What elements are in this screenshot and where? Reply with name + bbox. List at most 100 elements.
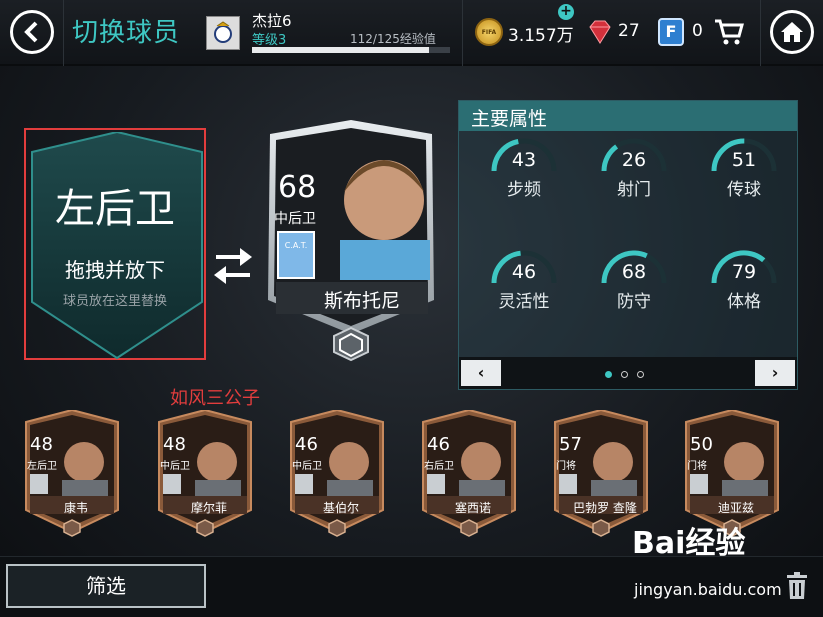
baidu-logo: Bai经验: [632, 526, 746, 561]
club-crest: [690, 474, 708, 494]
chevron-left-icon: [24, 21, 38, 43]
club-crest: [30, 474, 48, 494]
card-slot-icon: [592, 519, 610, 537]
bench-player-card[interactable]: 48 左后卫康韦: [24, 410, 120, 542]
selected-player-position: 中后卫: [274, 211, 316, 227]
bench-player-rating: 57: [559, 434, 582, 455]
bench-player-name: 塞西诺: [454, 501, 491, 515]
player-level: 等级3: [252, 33, 287, 48]
shield-slot-icon: [31, 132, 203, 360]
next-page-button[interactable]: ›: [755, 360, 795, 386]
attributes-title: 主要属性: [471, 108, 548, 130]
cart-icon[interactable]: [714, 18, 744, 46]
watermark-text: 如风三公子: [170, 388, 260, 409]
coin-icon: FIFA: [475, 18, 503, 46]
stat-label: 步频: [507, 180, 541, 200]
bench-player-position: 门将: [687, 461, 707, 472]
stat-value: 51: [731, 149, 757, 171]
card-frame: [25, 410, 119, 537]
card-slot-icon: [63, 519, 81, 537]
player-portrait: [461, 442, 501, 482]
club-badge: [206, 16, 240, 50]
stat-value: 43: [511, 149, 537, 171]
stat-3: 46 灵活性: [479, 249, 569, 319]
player-portrait: [344, 160, 424, 240]
stat-value: 46: [511, 261, 537, 283]
selected-player-rating: 68: [278, 170, 317, 205]
xp-progress-bar: [252, 47, 450, 53]
target-position: 左后卫: [55, 186, 175, 232]
gem-icon: [589, 20, 611, 44]
attributes-pager: ‹ ›: [459, 357, 797, 389]
prev-page-button[interactable]: ‹: [461, 360, 501, 386]
xp-text: 112/125经验值: [350, 32, 436, 46]
drop-hint: 球员放在这里替换: [62, 294, 167, 309]
card-slot-icon: [460, 519, 478, 537]
card-slot-icon: [196, 519, 214, 537]
player-portrait: [64, 442, 104, 482]
club-crest-cat: [277, 231, 315, 279]
top-bar: 切换球员 杰拉6 等级3 112/125经验值 FIFA + 3.157万 27…: [0, 0, 823, 66]
bench-player-name: 康韦: [63, 501, 88, 515]
bench-player-position: 中后卫: [292, 461, 322, 472]
card-frame: [422, 410, 516, 537]
stat-label: 射门: [617, 180, 651, 200]
bench-player-position: 中后卫: [160, 461, 190, 472]
stat-value: 79: [731, 261, 757, 283]
home-icon: [781, 22, 803, 42]
stat-1: 26 射门: [589, 137, 679, 207]
stat-2: 51 传球: [699, 137, 789, 207]
stat-label: 体格: [727, 292, 761, 312]
drag-instruction: 拖拽并放下: [65, 258, 165, 282]
player-portrait: [197, 442, 237, 482]
bench-player-rating: 48: [30, 434, 53, 455]
add-currency-button[interactable]: +: [558, 4, 574, 20]
bench-player-card[interactable]: 46 中后卫 基伯尔: [289, 410, 385, 542]
club-crest: [295, 474, 313, 494]
club-crest-text: C.A.T.: [285, 241, 307, 250]
bench-player-position: 左后卫: [27, 461, 57, 472]
bench-player-name: 摩尔菲: [190, 501, 227, 515]
club-crest: [427, 474, 445, 494]
trash-icon[interactable]: [786, 572, 808, 600]
fifa-points-icon: F: [658, 18, 684, 46]
card-frame: [158, 410, 252, 537]
filter-button[interactable]: 筛选: [6, 564, 206, 608]
player-portrait: [724, 442, 764, 482]
bench-player-card[interactable]: 48 中后卫 摩尔菲: [157, 410, 253, 542]
drop-zone[interactable]: 左后卫 拖拽并放下 球员放在这里替换: [24, 128, 206, 360]
crest-icon: [214, 21, 232, 43]
baidu-url: jingyan.baidu.com: [634, 580, 782, 599]
stat-label: 传球: [727, 180, 761, 200]
selected-player-card[interactable]: C.A.T.: [264, 120, 438, 368]
home-button[interactable]: [770, 10, 814, 54]
page-title: 切换球员: [72, 18, 181, 48]
stat-label: 灵活性: [498, 292, 550, 312]
bench-player-name: 基伯尔: [322, 501, 359, 515]
card-slot-icon: [328, 519, 346, 537]
bench-player-rating: 46: [427, 434, 450, 455]
coin-balance: 3.157万: [508, 26, 574, 46]
stat-label: 防守: [617, 292, 651, 312]
stat-4: 68 防守: [589, 249, 679, 319]
player-name: 杰拉6: [252, 12, 292, 30]
bench-player-position: 右后卫: [424, 461, 454, 472]
page-dot[interactable]: [637, 371, 644, 378]
selected-player-name: 斯布托尼: [323, 290, 400, 312]
page-dot[interactable]: [605, 371, 612, 378]
back-button[interactable]: [10, 10, 54, 54]
attributes-panel: 主要属性 43 步频 26 射门 51 传球 46 灵活性 68 防守 79 体格 ‹ ›: [458, 100, 798, 390]
bench-player-rating: 50: [690, 434, 713, 455]
bench-player-position: 门将: [556, 461, 576, 472]
fifa-points-balance: 0: [692, 21, 703, 41]
bench-player-card[interactable]: 46 右后卫塞西诺: [421, 410, 517, 542]
page-dot[interactable]: [621, 371, 628, 378]
stat-5: 79 体格: [699, 249, 789, 319]
player-portrait: [329, 442, 369, 482]
bench-player-name: 巴勃罗 查隆: [573, 501, 637, 515]
club-crest: [559, 474, 577, 494]
player-portrait: [593, 442, 633, 482]
bench-player-name: 迪亚兹: [717, 501, 754, 515]
swap-arrows-icon: [214, 248, 252, 284]
stat-0: 43 步频: [479, 137, 569, 207]
